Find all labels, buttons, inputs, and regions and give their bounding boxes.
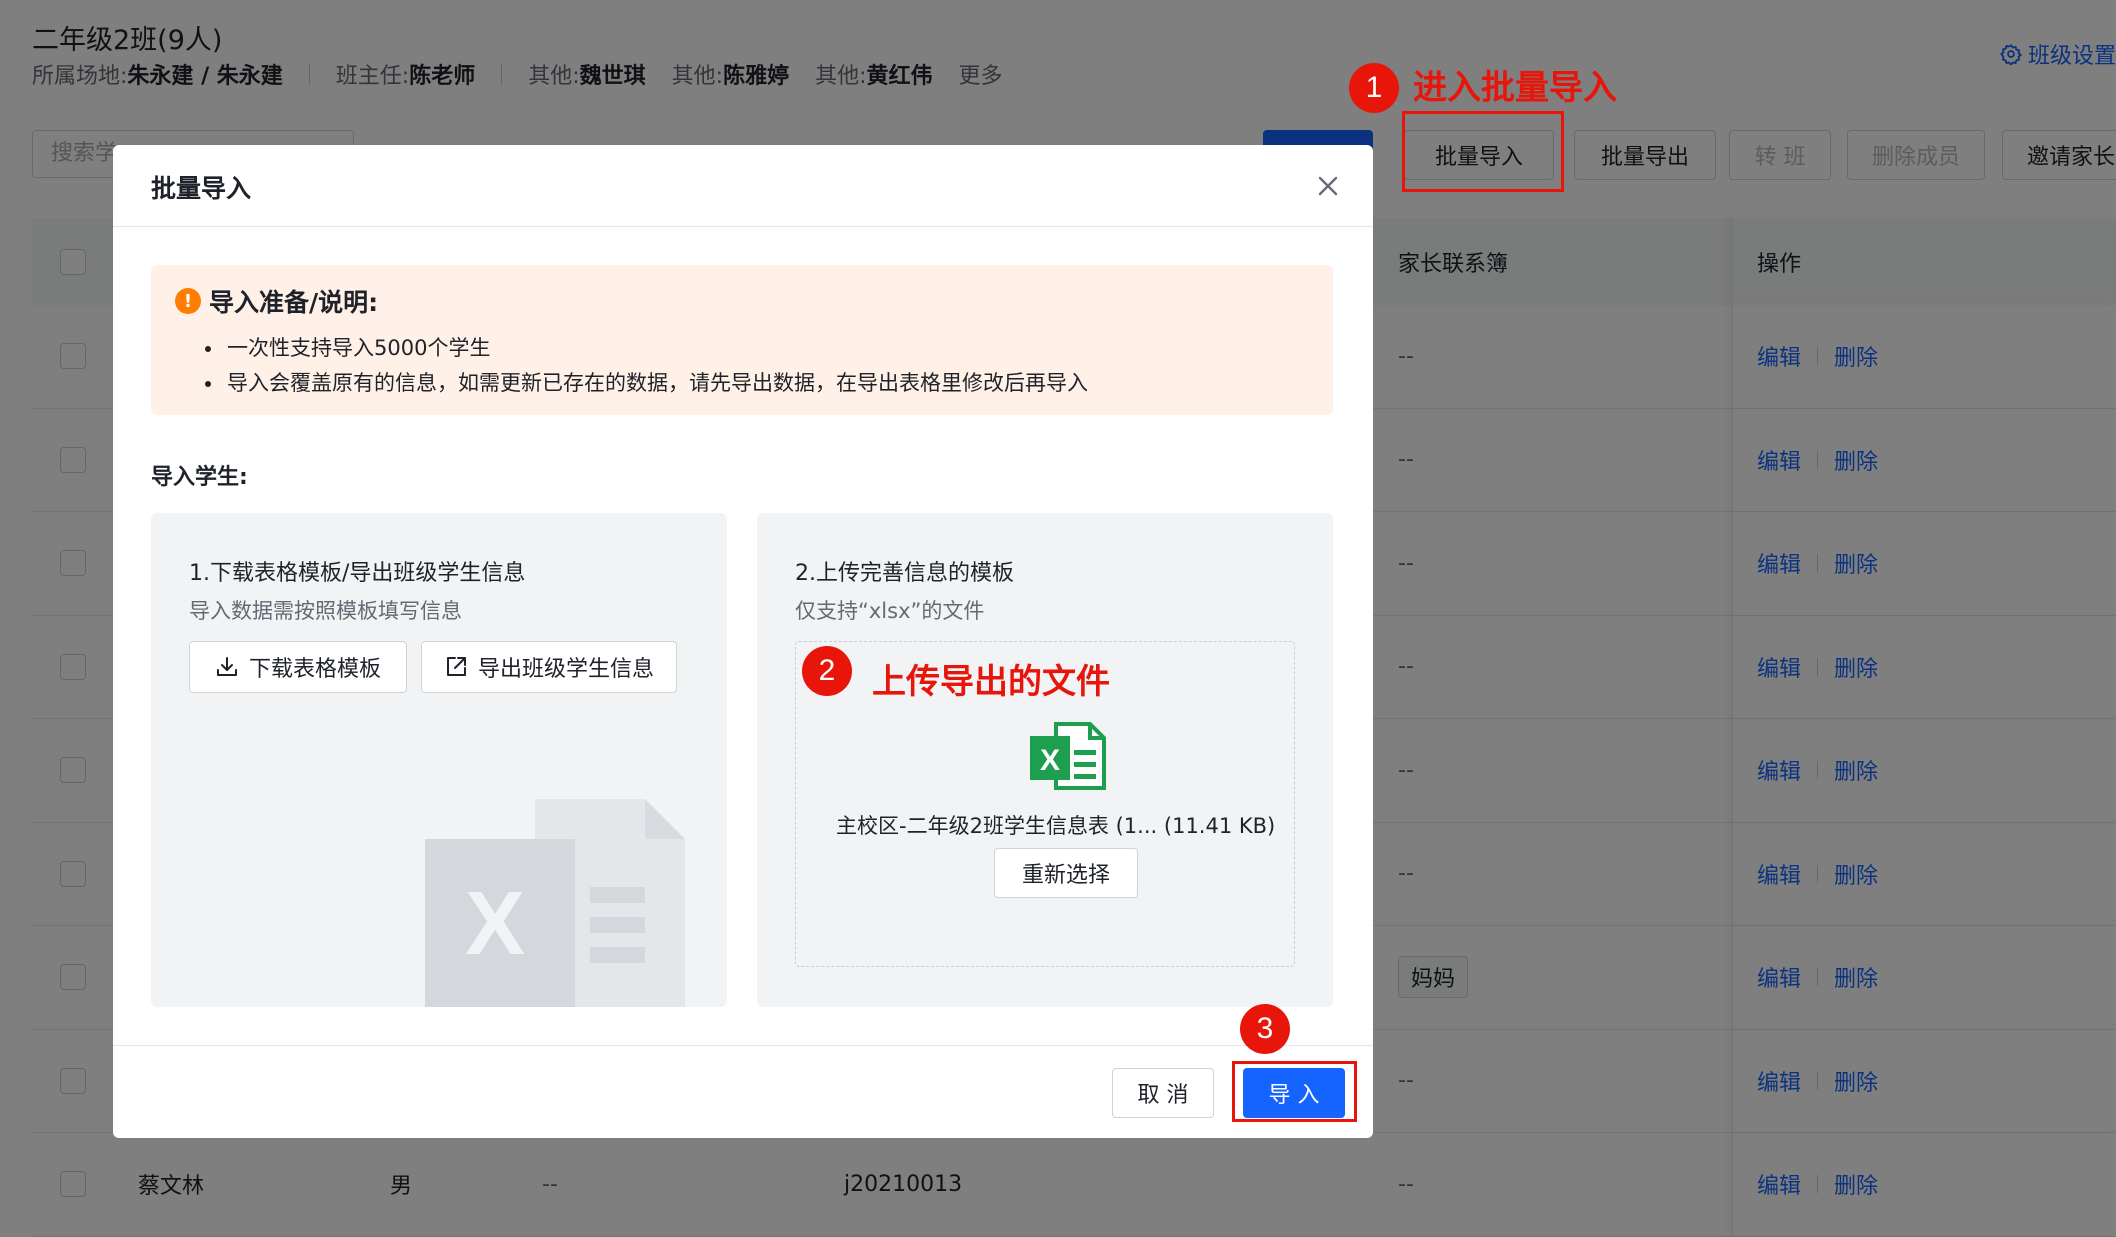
notice-list: 一次性支持导入5000个学生 导入会覆盖原有的信息，如需更新已存在的数据，请先导… (205, 331, 1088, 401)
annotation-text-step-1: 进入批量导入 (1413, 68, 1617, 108)
excel-file-icon: X (1030, 722, 1106, 790)
excel-watermark-icon: X (425, 799, 685, 1007)
notice-title-row: ! 导入准备/说明: (175, 283, 378, 319)
uploaded-file-name: 主校区-二年级2班学生信息表 (1... (836, 814, 1158, 838)
annotation-box-import (1232, 1061, 1357, 1122)
annotation-text-step-2: 上传导出的文件 (872, 662, 1110, 702)
import-students-label: 导入学生: (151, 465, 248, 490)
download-template-button[interactable]: 下载表格模板 (189, 641, 407, 693)
import-notice: ! 导入准备/说明: 一次性支持导入5000个学生 导入会覆盖原有的信息，如需更… (151, 265, 1333, 415)
step2-title: 2.上传完善信息的模板 (795, 561, 1014, 586)
dialog-footer: 取 消 导 入 (113, 1045, 1373, 1138)
close-icon[interactable] (1313, 171, 1343, 201)
dialog-header: 批量导入 (113, 145, 1373, 227)
step1-description: 导入数据需按照模板填写信息 (189, 599, 462, 623)
download-icon (216, 657, 237, 676)
uploaded-file-size: (11.41 KB) (1163, 814, 1276, 838)
annotation-step-3: 3 (1240, 1004, 1290, 1054)
notice-title: 导入准备/说明: (209, 288, 379, 317)
reselect-file-button[interactable]: 重新选择 (994, 848, 1138, 898)
export-class-info-label: 导出班级学生信息 (477, 657, 654, 682)
export-icon (446, 657, 466, 676)
step2-description: 仅支持“xlsx”的文件 (795, 599, 985, 623)
annotation-box-batch-import (1402, 111, 1564, 192)
batch-import-dialog: 批量导入 ! 导入准备/说明: 一次性支持导入5000个学生 导入会覆盖原有的信… (113, 145, 1373, 1138)
dialog-title: 批量导入 (151, 174, 252, 203)
download-template-label: 下载表格模板 (248, 657, 381, 682)
upload-panel: 2.上传完善信息的模板 仅支持“xlsx”的文件 X 主校区-二年级2班学生信息… (757, 513, 1333, 1007)
warning-icon: ! (175, 288, 201, 314)
cancel-button[interactable]: 取 消 (1112, 1068, 1214, 1118)
download-panel: 1.下载表格模板/导出班级学生信息 导入数据需按照模板填写信息 下载表格模板 导… (151, 513, 727, 1007)
notice-item: 导入会覆盖原有的信息，如需更新已存在的数据，请先导出数据，在导出表格里修改后再导… (205, 366, 1088, 401)
svg-text:X: X (465, 874, 525, 974)
uploaded-file-info: 主校区-二年级2班学生信息表 (1... (11.41 KB) (836, 810, 1296, 840)
notice-item: 一次性支持导入5000个学生 (205, 331, 1088, 366)
annotation-step-2: 2 (802, 646, 852, 696)
step1-title: 1.下载表格模板/导出班级学生信息 (189, 561, 526, 586)
annotation-step-1: 1 (1349, 63, 1399, 113)
svg-text:X: X (1040, 744, 1060, 777)
export-class-info-button[interactable]: 导出班级学生信息 (421, 641, 677, 693)
